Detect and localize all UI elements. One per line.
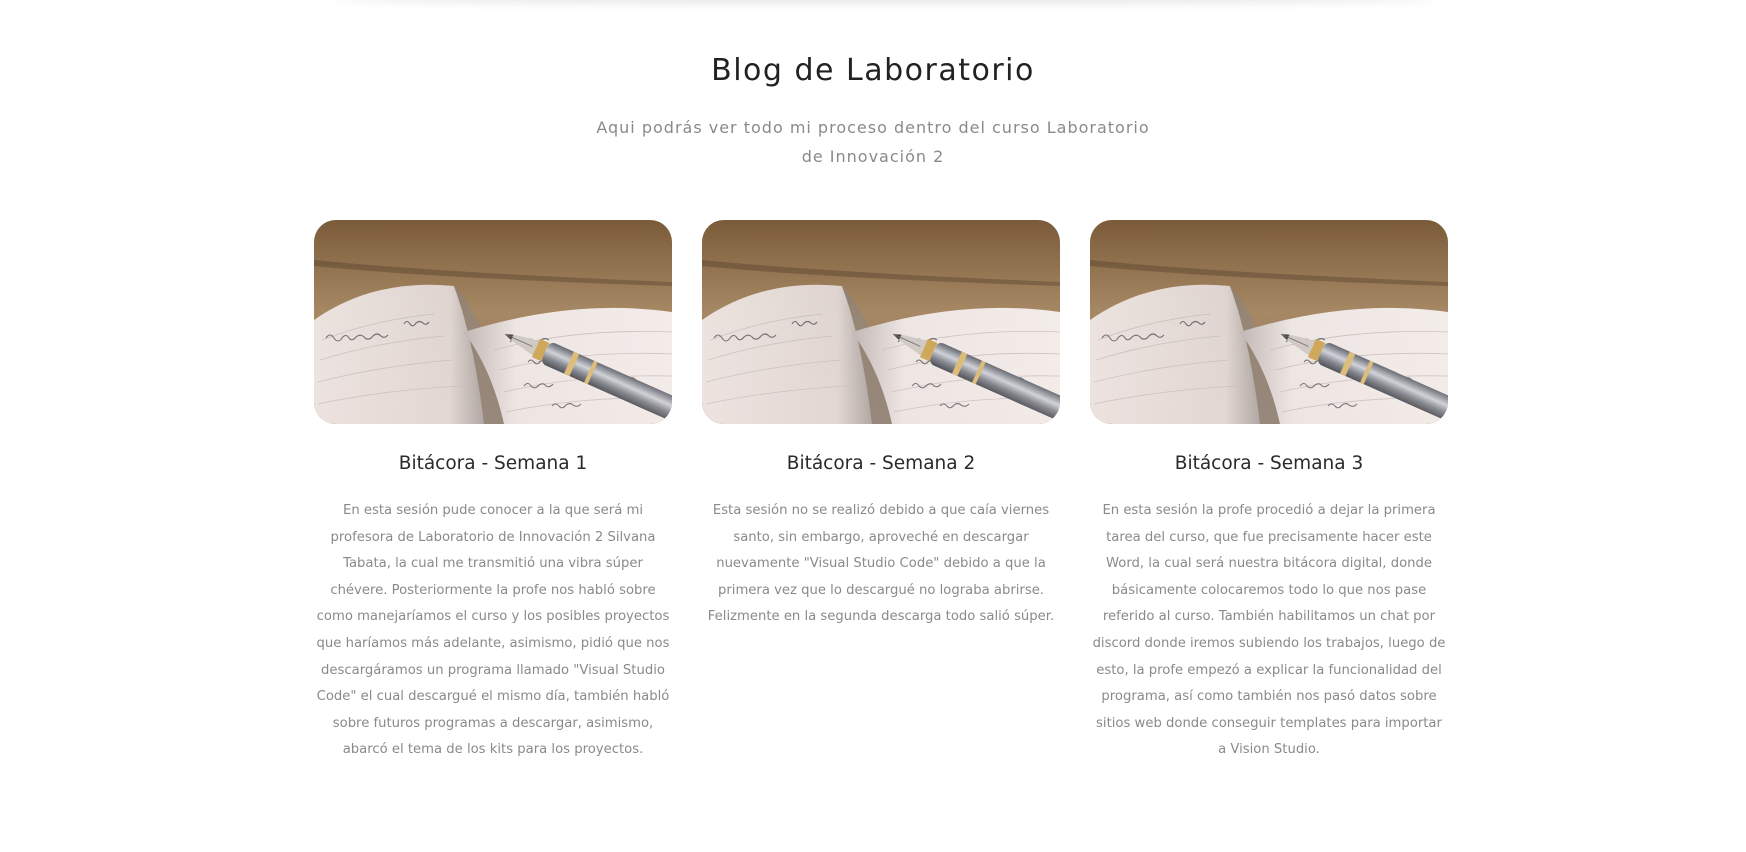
notebook-pen-image[interactable] [1090, 220, 1448, 424]
page-title: Blog de Laboratorio [711, 53, 1035, 88]
blog-header: Blog de Laboratorio Aqui podrás ver todo… [0, 48, 1746, 171]
page-subtitle: Aqui podrás ver todo mi proceso dentro d… [596, 118, 1150, 166]
notebook-pen-image[interactable] [702, 220, 1060, 424]
card-description: En esta sesión pude conocer a la que ser… [316, 503, 670, 758]
blog-card-grid: Bitácora - Semana 1 En esta sesión pude … [314, 220, 1448, 780]
notebook-pen-image[interactable] [314, 220, 672, 424]
blog-card-week-3[interactable]: Bitácora - Semana 3 En esta sesión la pr… [1090, 220, 1448, 764]
card-title[interactable]: Bitácora - Semana 1 [314, 452, 672, 476]
blog-card-week-2[interactable]: Bitácora - Semana 2 Esta sesión no se re… [702, 220, 1060, 631]
blog-card-week-1[interactable]: Bitácora - Semana 1 En esta sesión pude … [314, 220, 672, 764]
card-description: En esta sesión la profe procedió a dejar… [1092, 503, 1446, 758]
card-description: Esta sesión no se realizó debido a que c… [707, 503, 1055, 625]
card-title[interactable]: Bitácora - Semana 3 [1090, 452, 1448, 476]
card-title[interactable]: Bitácora - Semana 2 [702, 452, 1060, 476]
